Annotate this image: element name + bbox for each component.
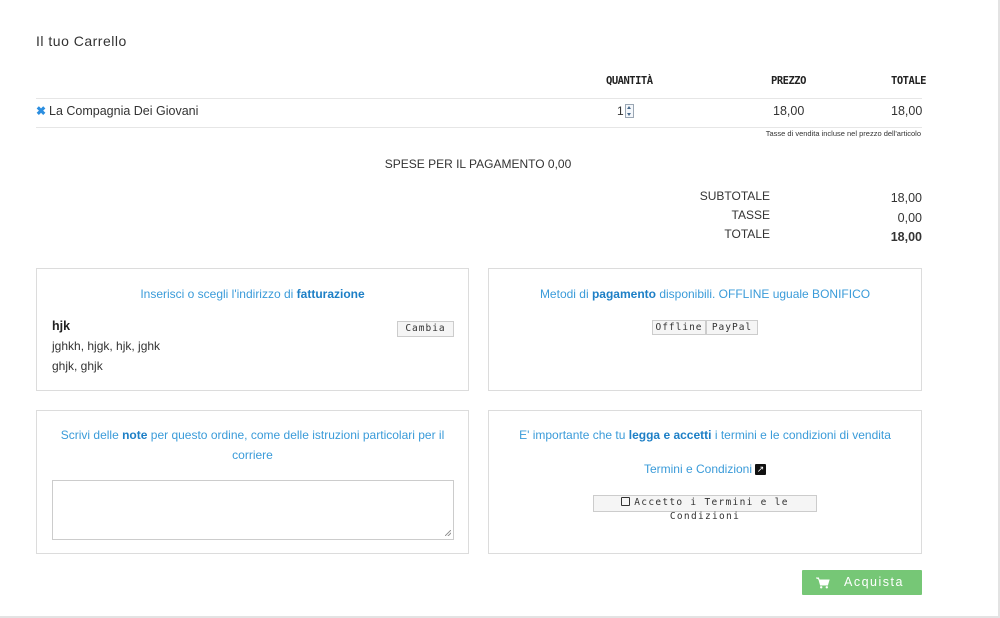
notes-title: Scrivi delle note per questo ordine, com… <box>37 425 468 465</box>
total-label: TOTALE <box>724 227 770 241</box>
payment-option-paypal[interactable]: PayPal <box>706 320 758 335</box>
resize-grip-icon[interactable] <box>445 530 451 536</box>
terms-panel: E' importante che tu legga e accetti i t… <box>488 410 922 554</box>
payment-fee: SPESE PER IL PAGAMENTO 0,00 <box>0 157 956 171</box>
order-notes-textarea[interactable] <box>52 480 454 540</box>
remove-item-icon[interactable]: ✖ <box>36 104 46 118</box>
payment-title: Metodi di pagamento disponibili. OFFLINE… <box>489 284 921 304</box>
payment-methods-panel: Metodi di pagamento disponibili. OFFLINE… <box>488 268 922 391</box>
buy-button-label: Acquista <box>844 575 904 589</box>
product-name: La Compagnia Dei Giovani <box>49 104 199 118</box>
billing-title-text: Inserisci o scegli l'indirizzo di <box>140 287 297 301</box>
terms-title: E' importante che tu legga e accetti i t… <box>489 425 921 445</box>
external-link-icon[interactable]: ↗ <box>755 464 767 476</box>
subtotal-value: 18,00 <box>890 191 922 205</box>
billing-address-panel: Inserisci o scegli l'indirizzo di fattur… <box>36 268 469 391</box>
payment-option-offline[interactable]: Offline <box>652 320 706 335</box>
accept-terms-checkbox-button[interactable]: Accetto i Termini e le Condizioni <box>593 495 817 522</box>
notes-title-text: Scrivi delle <box>60 428 123 442</box>
payment-title-bold: pagamento <box>591 287 656 301</box>
terms-title-text: E' importante che tu <box>519 428 629 442</box>
tax-note: Tasse di vendita incluse nel prezzo dell… <box>765 129 921 138</box>
quantity-value[interactable]: 1 <box>617 104 624 118</box>
terms-title-post: i termini e le condizioni di vendita <box>711 428 891 442</box>
column-header-quantity: QUANTITÀ <box>606 75 653 87</box>
accept-terms-label: Accetto i Termini e le Condizioni <box>634 497 789 522</box>
spinner-arrows-icon[interactable] <box>624 104 634 118</box>
item-total: 18,00 <box>891 104 923 118</box>
order-notes-panel: Scrivi delle note per questo ordine, com… <box>36 410 469 554</box>
tax-value: 0,00 <box>897 211 922 225</box>
column-header-price: PREZZO <box>771 75 806 87</box>
buy-button[interactable]: Acquista <box>802 570 922 595</box>
terms-title-bold: legga e accetti <box>628 428 712 442</box>
divider <box>36 127 922 128</box>
change-address-button[interactable]: Cambia <box>397 321 454 337</box>
page-title: Il tuo Carrello <box>36 33 127 49</box>
payment-fee-value: 0,00 <box>547 157 572 171</box>
subtotal-label: SUBTOTALE <box>699 189 770 203</box>
payment-title-text: Metodi di <box>539 287 592 301</box>
payment-fee-label: SPESE PER IL PAGAMENTO <box>384 157 545 171</box>
address-name: hjk <box>52 319 71 333</box>
notes-title-bold: note <box>122 428 148 442</box>
address-line-1: jghkh, hjgk, hjk, jghk <box>52 339 161 353</box>
billing-title: Inserisci o scegli l'indirizzo di fattur… <box>37 284 468 304</box>
column-header-total: TOTALE <box>891 75 926 87</box>
payment-title-post: disponibili. OFFLINE uguale BONIFICO <box>655 287 871 301</box>
terms-link[interactable]: Termini e Condizioni <box>644 462 752 476</box>
billing-title-bold: fatturazione <box>296 287 365 301</box>
terms-link-row: Termini e Condizioni ↗ <box>489 459 921 479</box>
total-value: 18,00 <box>890 230 922 244</box>
tax-label: TASSE <box>731 208 770 222</box>
checkbox-icon[interactable] <box>621 497 631 506</box>
address-line-2: ghjk, ghjk <box>52 359 103 373</box>
divider <box>36 98 922 99</box>
notes-title-post: per questo ordine, come delle istruzioni… <box>147 428 445 442</box>
quantity-stepper[interactable]: 1 <box>617 104 634 118</box>
notes-title-post-2: corriere <box>232 448 273 462</box>
item-price: 18,00 <box>773 104 805 118</box>
cart-icon <box>816 577 830 589</box>
